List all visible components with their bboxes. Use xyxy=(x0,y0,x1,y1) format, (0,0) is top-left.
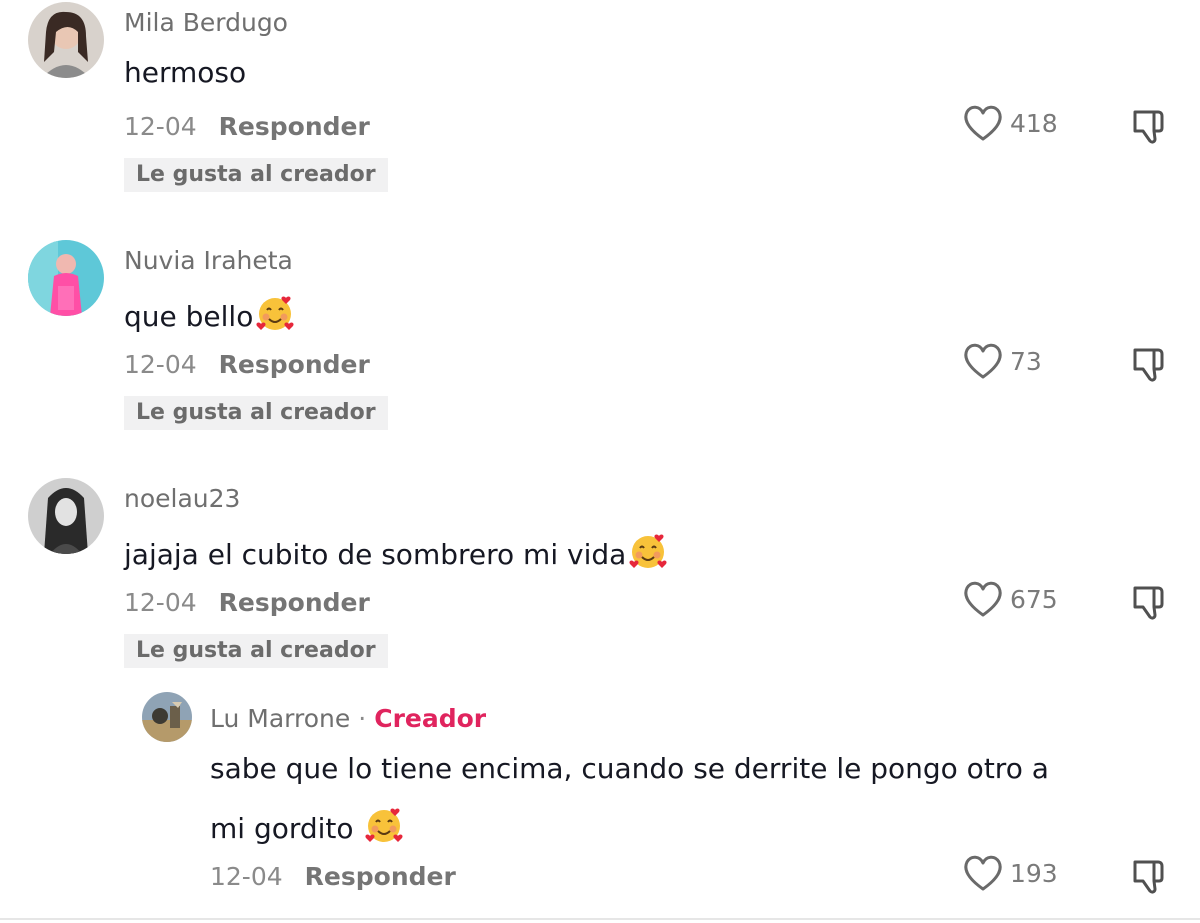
reply-button[interactable]: Responder xyxy=(219,112,370,141)
comment-text-line2: mi gordito xyxy=(210,806,404,846)
comment-text: jajaja el cubito de sombrero mi vida xyxy=(124,532,668,572)
comment-meta: 12-04 Responder xyxy=(124,112,370,141)
reply-button[interactable]: Responder xyxy=(219,588,370,617)
comment-text: que bello xyxy=(124,294,295,334)
like-count: 418 xyxy=(1010,108,1058,138)
avatar[interactable] xyxy=(28,240,104,316)
smiling-face-with-hearts-emoji xyxy=(364,806,404,846)
comment-date: 12-04 xyxy=(124,588,197,617)
comment-meta: 12-04 Responder xyxy=(124,350,370,379)
liked-by-creator-badge: Le gusta al creador xyxy=(124,158,388,192)
creator-tag: Creador xyxy=(374,704,487,733)
thumbs-down-icon[interactable] xyxy=(1130,106,1170,146)
comment-date: 12-04 xyxy=(124,112,197,141)
liked-by-creator-badge: Le gusta al creador xyxy=(124,396,388,430)
thumbs-down-icon[interactable] xyxy=(1130,344,1170,384)
smiling-face-with-hearts-emoji xyxy=(255,294,295,334)
reply-button[interactable]: Responder xyxy=(219,350,370,379)
avatar[interactable] xyxy=(28,478,104,554)
divider xyxy=(0,918,1200,920)
like-count: 193 xyxy=(1010,858,1058,888)
like-button[interactable]: 193 xyxy=(962,854,1058,892)
like-button[interactable]: 73 xyxy=(962,342,1042,380)
like-button[interactable]: 418 xyxy=(962,104,1058,142)
heart-outline-icon xyxy=(962,580,1004,618)
smiling-face-with-hearts-emoji xyxy=(628,532,668,572)
comment-text: sabe que lo tiene encima, cuando se derr… xyxy=(210,752,1049,785)
comment-date: 12-04 xyxy=(124,350,197,379)
avatar[interactable] xyxy=(28,2,104,78)
thumbs-down-icon[interactable] xyxy=(1130,856,1170,896)
comment-username[interactable]: Mila Berdugo xyxy=(124,8,288,37)
reply-username[interactable]: Lu Marrone xyxy=(210,704,350,733)
comment-meta: 12-04 Responder xyxy=(124,588,370,617)
avatar[interactable] xyxy=(142,692,192,742)
comment-username: Lu Marrone · Creador xyxy=(210,704,486,733)
like-count: 73 xyxy=(1010,346,1042,376)
reply-button[interactable]: Responder xyxy=(305,862,456,891)
heart-outline-icon xyxy=(962,104,1004,142)
separator: · xyxy=(358,704,367,733)
heart-outline-icon xyxy=(962,854,1004,892)
like-count: 675 xyxy=(1010,584,1058,614)
heart-outline-icon xyxy=(962,342,1004,380)
comment-text: hermoso xyxy=(124,56,247,89)
comment-date: 12-04 xyxy=(210,862,283,891)
liked-by-creator-badge: Le gusta al creador xyxy=(124,634,388,668)
comment-username[interactable]: noelau23 xyxy=(124,484,240,513)
comment-meta: 12-04 Responder xyxy=(210,862,456,891)
like-button[interactable]: 675 xyxy=(962,580,1058,618)
comment-username[interactable]: Nuvia Iraheta xyxy=(124,246,293,275)
thumbs-down-icon[interactable] xyxy=(1130,582,1170,622)
